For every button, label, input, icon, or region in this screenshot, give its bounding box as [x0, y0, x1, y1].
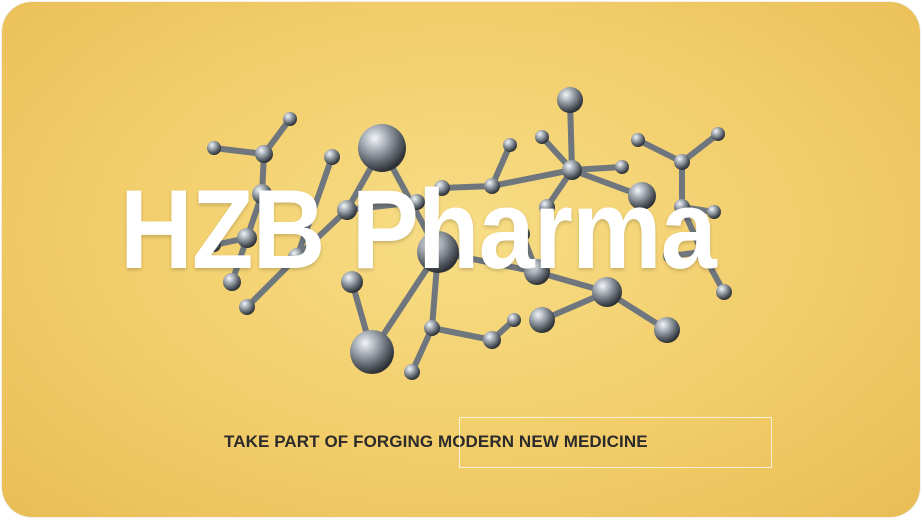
- tagline-selection-box: [459, 417, 772, 468]
- brand-title: HZB Pharma: [120, 167, 717, 292]
- hero-banner: HZB Pharma TAKE PART OF FORGING MODERN N…: [2, 2, 920, 517]
